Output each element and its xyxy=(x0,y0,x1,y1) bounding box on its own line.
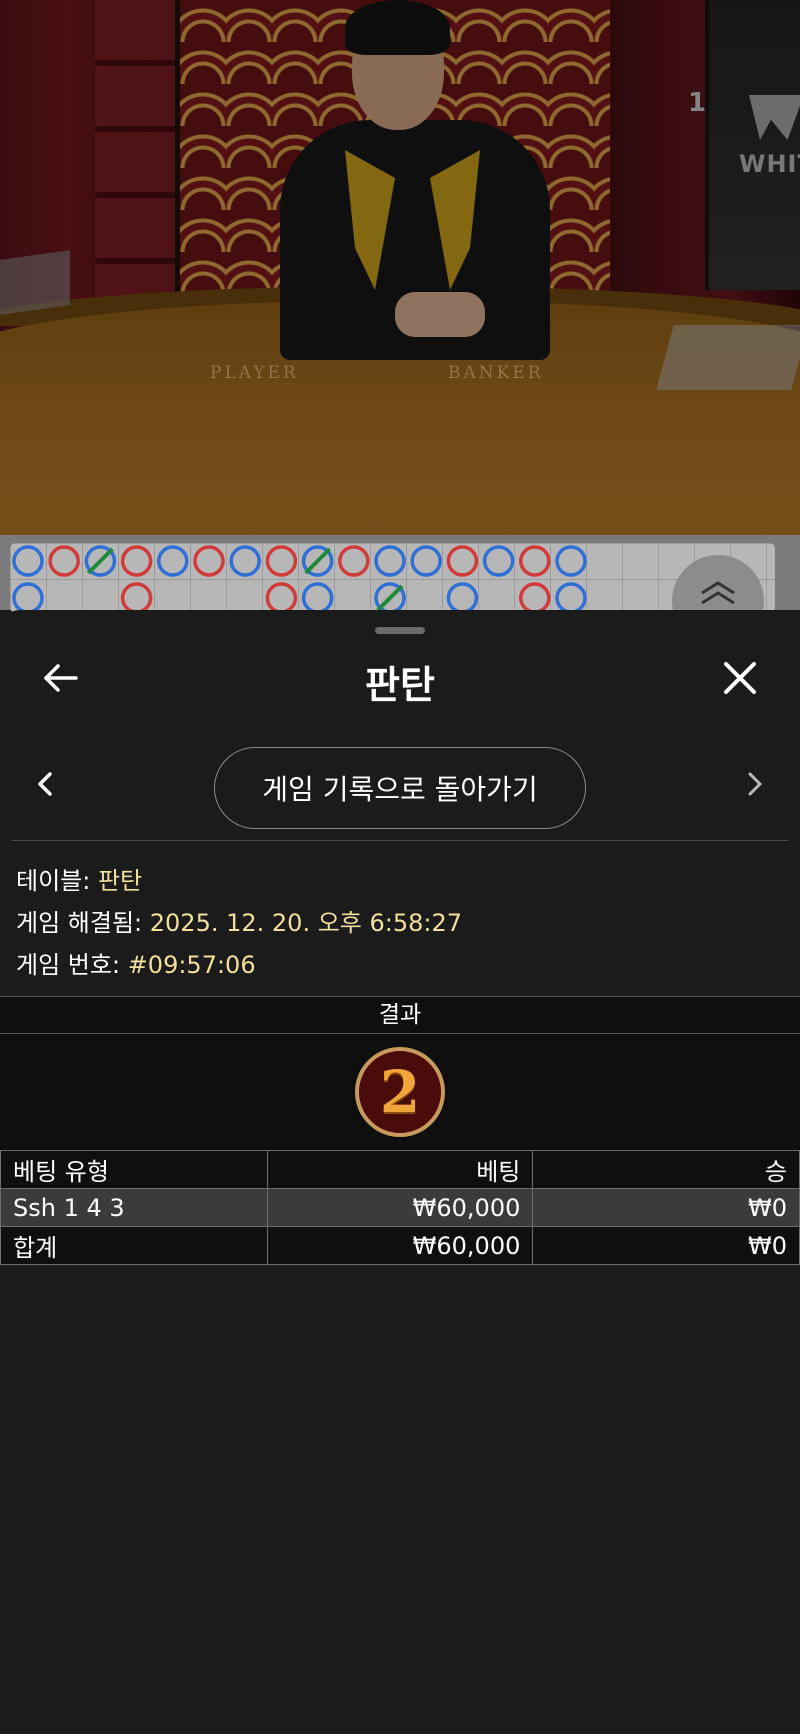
info-game-number-row: 게임 번호: #09:57:06 xyxy=(16,944,462,986)
roadmap-bead xyxy=(410,545,442,577)
roadmap-bead xyxy=(446,582,479,613)
chevron-right-icon[interactable] xyxy=(740,768,768,800)
roadmap-bead xyxy=(519,582,551,613)
info-resolved-row: 게임 해결됨: 2025. 12. 20. 오후 6:58:27 xyxy=(16,902,462,944)
roadmap-bead xyxy=(12,582,44,613)
table-row: Ssh 1 4 3 ₩60,000 ₩0 xyxy=(0,1188,800,1227)
info-game-number-value: #09:57:06 xyxy=(127,951,256,979)
result-coin: 2 xyxy=(355,1047,445,1137)
roadmap-bead xyxy=(374,545,406,577)
info-resolved-label: 게임 해결됨: xyxy=(16,909,143,937)
result-header: 결과 xyxy=(0,996,800,1034)
chevron-left-icon[interactable] xyxy=(32,768,60,800)
game-detail-sheet: 판탄 게임 기록으로 돌아가기 테이블: 판탄 게임 해결됨: 2025. 12… xyxy=(0,610,800,1734)
roadmap-bead xyxy=(157,545,189,577)
roadmap-marks xyxy=(12,545,587,613)
roadmap-tie-slash xyxy=(86,547,114,575)
close-icon[interactable] xyxy=(718,656,762,700)
result-number: 2 xyxy=(379,1058,421,1126)
header-bet-type: 베팅 유형 xyxy=(0,1150,268,1189)
sheet-drag-handle[interactable] xyxy=(375,627,425,634)
roadmap-bead xyxy=(265,545,298,577)
results-section: 결과 2 베팅 유형 베팅 승 Ssh 1 4 3 ₩60,000 ₩0 합계 … xyxy=(0,996,800,1265)
roadmap-bead xyxy=(338,545,370,577)
back-to-history-button[interactable]: 게임 기록으로 돌아가기 xyxy=(214,747,586,829)
roadmap-bead xyxy=(555,545,587,577)
roadmap-bead xyxy=(229,545,261,577)
roadmap-bead xyxy=(193,545,225,577)
info-game-number-label: 게임 번호: xyxy=(16,951,121,979)
roadmap-tie-slash xyxy=(304,547,332,575)
cell-bet-amount: ₩60,000 xyxy=(266,1188,534,1227)
roadmap-bead xyxy=(555,582,587,613)
table-row-total: 합계 ₩60,000 ₩0 xyxy=(0,1226,800,1265)
roadmap-bead xyxy=(519,545,551,577)
sheet-title: 판탄 xyxy=(365,663,435,707)
roadmap-bead xyxy=(446,545,479,577)
video-dim-overlay xyxy=(0,0,800,535)
cell-total-win: ₩0 xyxy=(532,1226,800,1265)
roadmap-bead xyxy=(482,545,515,577)
bets-table: 베팅 유형 베팅 승 Ssh 1 4 3 ₩60,000 ₩0 합계 ₩60,0… xyxy=(0,1150,800,1265)
divider xyxy=(12,840,788,841)
game-info: 테이블: 판탄 게임 해결됨: 2025. 12. 20. 오후 6:58:27… xyxy=(16,860,462,986)
roadmap-bead xyxy=(12,545,44,577)
cell-total-label: 합계 xyxy=(0,1226,268,1265)
info-resolved-value: 2025. 12. 20. 오후 6:58:27 xyxy=(149,909,463,937)
bets-table-header: 베팅 유형 베팅 승 xyxy=(0,1150,800,1189)
double-chevron-up-icon xyxy=(701,581,735,605)
cell-bet-type: Ssh 1 4 3 xyxy=(0,1188,268,1227)
roadmap-bead xyxy=(120,545,153,577)
roadmap-bead xyxy=(48,545,80,577)
live-video-feed: WHITE 1 PLAYER BANKER xyxy=(0,0,800,535)
header-bet: 베팅 xyxy=(266,1150,534,1189)
info-table-row: 테이블: 판탄 xyxy=(16,860,462,902)
roadmap-bead xyxy=(301,582,334,613)
result-body: 2 xyxy=(0,1034,800,1150)
info-table-value: 판탄 xyxy=(97,867,143,895)
roadmap-tie-slash xyxy=(376,584,404,612)
roadmap-bead xyxy=(120,582,153,613)
header-win: 승 xyxy=(532,1150,800,1189)
cell-win-amount: ₩0 xyxy=(532,1188,800,1227)
info-table-label: 테이블: xyxy=(16,867,91,895)
cell-total-bet: ₩60,000 xyxy=(266,1226,534,1265)
roadmap-bead xyxy=(265,582,298,613)
